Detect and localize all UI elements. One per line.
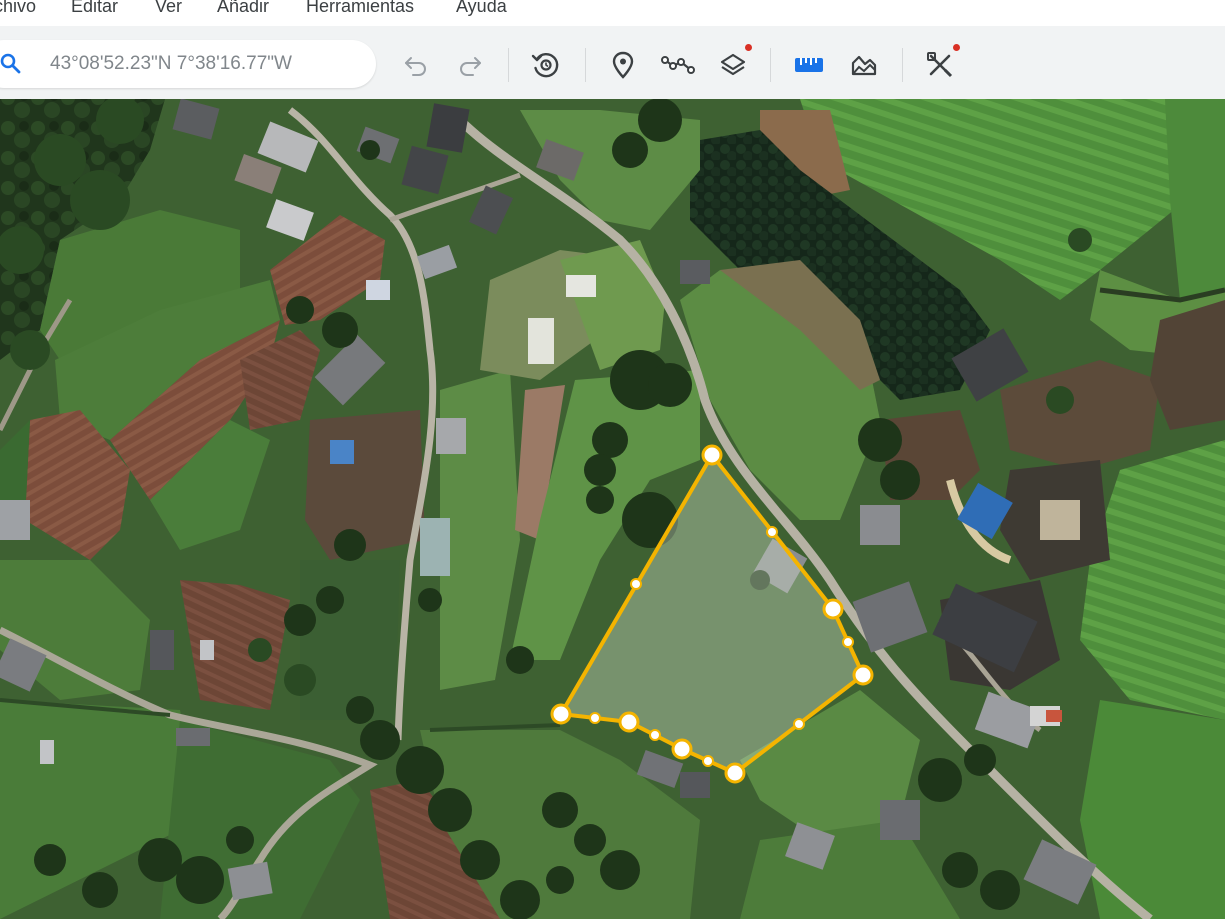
tools-notification-dot (953, 44, 960, 51)
layers-icon (719, 51, 747, 79)
menu-herramientas[interactable]: Herramientas (306, 0, 414, 17)
elevation-profile-icon (850, 53, 878, 77)
layers-notification-dot (745, 44, 752, 51)
placemark-icon (611, 51, 635, 79)
elevation-profile-button[interactable] (844, 45, 884, 85)
toolbar-separator (585, 48, 586, 82)
satellite-map[interactable] (0, 99, 1225, 919)
toolbar-separator (770, 48, 771, 82)
menu-ver[interactable]: Ver (155, 0, 182, 17)
historical-imagery-icon (531, 50, 561, 80)
menu-archivo[interactable]: chivo (0, 0, 36, 17)
layers-button[interactable] (713, 45, 753, 85)
toolbar (0, 26, 1225, 99)
menu-bar: chivo Editar Ver Añadir Herramientas Ayu… (0, 0, 1225, 26)
historical-imagery-button[interactable] (526, 45, 566, 85)
menu-ayuda[interactable]: Ayuda (456, 0, 507, 17)
toolbar-separator (508, 48, 509, 82)
redo-button[interactable] (450, 45, 490, 85)
search-input[interactable] (50, 44, 360, 84)
tools-icon (926, 51, 954, 79)
menu-anadir[interactable]: Añadir (217, 0, 269, 17)
toolbar-separator (902, 48, 903, 82)
placemark-button[interactable] (603, 45, 643, 85)
satellite-imagery (0, 99, 1225, 919)
undo-icon (403, 54, 429, 76)
path-button[interactable] (658, 45, 698, 85)
tools-button[interactable] (920, 45, 960, 85)
menu-editar[interactable]: Editar (71, 0, 118, 17)
undo-button[interactable] (396, 45, 436, 85)
redo-icon (457, 54, 483, 76)
ruler-icon (794, 56, 824, 74)
ruler-button[interactable] (789, 45, 829, 85)
path-icon (661, 54, 695, 76)
search-icon[interactable] (0, 53, 22, 75)
